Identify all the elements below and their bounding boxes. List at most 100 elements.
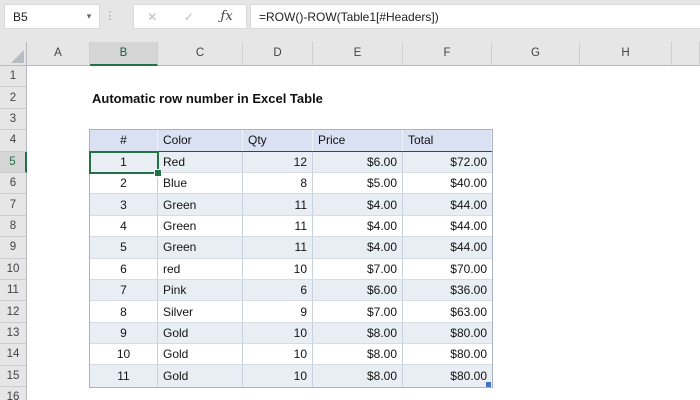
table-row-10-cell-0[interactable]: 10: [90, 344, 158, 365]
row-header-8[interactable]: 8: [0, 215, 27, 238]
row-header-3[interactable]: 3: [0, 108, 27, 131]
name-box[interactable]: B5 ▾: [4, 4, 100, 29]
fill-handle[interactable]: [154, 169, 162, 177]
row-header-1[interactable]: 1: [0, 66, 27, 88]
table-row-8-cell-3[interactable]: $7.00: [313, 301, 403, 322]
table-row-6-cell-4[interactable]: $70.00: [403, 259, 492, 279]
table-row-2-cell-0[interactable]: 2: [90, 172, 158, 194]
table-row-9-cell-3[interactable]: $8.00: [313, 322, 403, 344]
cancel-icon[interactable]: ✕: [147, 10, 157, 24]
table-row-3-cell-3[interactable]: $4.00: [313, 194, 403, 215]
table-row-9-cell-2[interactable]: 10: [243, 322, 313, 344]
table-row-8-cell-4[interactable]: $63.00: [403, 301, 492, 321]
table-row-6-cell-2[interactable]: 10: [243, 258, 313, 279]
column-header-A[interactable]: A: [27, 42, 90, 66]
table-row-11-cell-3[interactable]: $8.00: [313, 365, 403, 387]
table-row-9-cell-1[interactable]: Gold: [158, 322, 243, 344]
table-row-11-cell-0[interactable]: 11: [90, 365, 158, 387]
table-row-1-cell-3[interactable]: $6.00: [313, 151, 403, 172]
table-row-1-cell-2[interactable]: 12: [243, 151, 313, 172]
table-row-11-cell-4[interactable]: $80.00: [403, 365, 492, 386]
column-header-partial[interactable]: [672, 42, 700, 66]
table-row-11-cell-2[interactable]: 10: [243, 365, 313, 387]
select-all-button[interactable]: [0, 42, 27, 66]
row-header-5[interactable]: 5: [0, 151, 27, 173]
table-row-1-cell-0[interactable]: 1: [90, 151, 158, 172]
table-row-3-cell-1[interactable]: Green: [158, 194, 243, 215]
table-row-7-cell-1[interactable]: Pink: [158, 279, 243, 301]
table-row-4-cell-1[interactable]: Green: [158, 215, 243, 237]
column-header-G[interactable]: G: [492, 42, 580, 66]
column-header-D[interactable]: D: [243, 42, 313, 66]
table-row-4-cell-3[interactable]: $4.00: [313, 215, 403, 237]
table-row-2-cell-2[interactable]: 8: [243, 172, 313, 194]
table-header-row-cell-3[interactable]: Price: [313, 130, 403, 151]
table-row-11-cell-1[interactable]: Gold: [158, 365, 243, 387]
table-row-4-cell-0[interactable]: 4: [90, 215, 158, 237]
table-row-2-cell-1[interactable]: Blue: [158, 172, 243, 194]
column-header-F[interactable]: F: [403, 42, 492, 66]
table-row-8-cell-2[interactable]: 9: [243, 301, 313, 322]
column-header-E[interactable]: E: [313, 42, 403, 66]
table-header-row-cell-0[interactable]: #: [90, 130, 158, 151]
sheet-title-cell[interactable]: Automatic row number in Excel Table: [92, 87, 323, 108]
table-row-2-cell-3[interactable]: $5.00: [313, 172, 403, 194]
row-header-7[interactable]: 7: [0, 194, 27, 216]
row-header-4[interactable]: 4: [0, 130, 27, 152]
table-row-5-cell-4[interactable]: $44.00: [403, 237, 492, 257]
table-row-8-cell-0[interactable]: 8: [90, 301, 158, 322]
column-header-C[interactable]: C: [158, 42, 243, 66]
column-header-B[interactable]: B: [90, 42, 158, 66]
row-header-10[interactable]: 10: [0, 258, 27, 280]
table-row-10-cell-2[interactable]: 10: [243, 344, 313, 365]
table-row-6-cell-3[interactable]: $7.00: [313, 258, 403, 279]
table-row-1: 1 Red 12 $6.00 $72.00: [90, 151, 492, 173]
table-row-10: 10 Gold 10 $8.00 $80.00: [90, 344, 492, 366]
table-row-7-cell-3[interactable]: $6.00: [313, 279, 403, 301]
insert-function-icon[interactable]: ƒx: [221, 9, 233, 24]
table-row-10-cell-1[interactable]: Gold: [158, 344, 243, 365]
table-resize-handle-icon[interactable]: [486, 381, 491, 387]
table-row-3-cell-2[interactable]: 11: [243, 194, 313, 215]
column-header-H[interactable]: H: [580, 42, 672, 66]
table-row-6-cell-1[interactable]: red: [158, 258, 243, 279]
table-row-4-cell-4[interactable]: $44.00: [403, 216, 492, 236]
enter-icon[interactable]: ✓: [184, 10, 194, 24]
row-header-16[interactable]: 16: [0, 387, 27, 400]
table-row-7-cell-2[interactable]: 6: [243, 279, 313, 301]
table-row-10-cell-4[interactable]: $80.00: [403, 344, 492, 364]
table-row-10-cell-3[interactable]: $8.00: [313, 344, 403, 365]
table-row-7-cell-0[interactable]: 7: [90, 279, 158, 301]
table-row-2-cell-4[interactable]: $40.00: [403, 173, 492, 193]
table-row-3-cell-4[interactable]: $44.00: [403, 194, 492, 214]
table-row-8-cell-1[interactable]: Silver: [158, 301, 243, 322]
table-header-row-cell-1[interactable]: Color: [158, 130, 243, 151]
row-header-11[interactable]: 11: [0, 280, 27, 302]
table-row-5-cell-0[interactable]: 5: [90, 237, 158, 258]
table-row-3-cell-0[interactable]: 3: [90, 194, 158, 215]
row-header-2[interactable]: 2: [0, 87, 27, 109]
table-row-1-cell-1[interactable]: Red: [158, 151, 243, 172]
table-header-row-cell-2[interactable]: Qty: [243, 130, 313, 151]
row-header-14[interactable]: 14: [0, 344, 27, 366]
table-row-7-cell-4[interactable]: $36.00: [403, 280, 492, 300]
name-box-dropdown-icon[interactable]: ▾: [79, 11, 99, 22]
table-row-9-cell-0[interactable]: 9: [90, 322, 158, 344]
row-header-12[interactable]: 12: [0, 301, 27, 323]
row-header-6[interactable]: 6: [0, 173, 27, 195]
row-header-13[interactable]: 13: [0, 322, 27, 345]
formula-bar-buttons: ✕ ✓ ƒx: [133, 4, 247, 29]
table-header-row-cell-4[interactable]: Total: [403, 130, 492, 151]
table-row-9-cell-4[interactable]: $80.00: [403, 323, 492, 343]
table-row-6-cell-0[interactable]: 6: [90, 258, 158, 279]
table-row-5-cell-3[interactable]: $4.00: [313, 237, 403, 258]
row-header-15[interactable]: 15: [0, 365, 27, 387]
table-row-5-cell-1[interactable]: Green: [158, 237, 243, 258]
table-row-5-cell-2[interactable]: 11: [243, 237, 313, 258]
table-row-1-cell-4[interactable]: $72.00: [403, 152, 492, 172]
formula-input[interactable]: =ROW()-ROW(Table1[#Headers]): [250, 4, 700, 29]
row-header-9[interactable]: 9: [0, 237, 27, 259]
table-row-4-cell-2[interactable]: 11: [243, 215, 313, 237]
table-header-row: # Color Qty Price Total: [90, 130, 492, 152]
table-row-3: 3 Green 11 $4.00 $44.00: [90, 194, 492, 216]
